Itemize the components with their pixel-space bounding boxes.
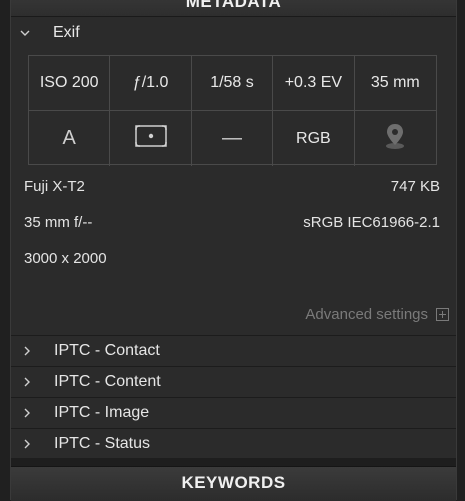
section-label: IPTC - Content (54, 373, 161, 390)
chevron-right-icon (21, 376, 33, 388)
aperture-value: ƒ/1.0 (110, 56, 192, 111)
camera-model: Fuji X-T2 (24, 178, 85, 195)
plus-box-icon (436, 308, 449, 321)
section-label: IPTC - Status (54, 434, 151, 452)
section-label: IPTC - Image (54, 404, 150, 421)
chevron-right-icon (21, 438, 33, 450)
color-space-cell: RGB (273, 111, 355, 166)
metadata-panel: METADATA Exif ISO 200 ƒ/1.0 1/58 s +0.3 … (10, 0, 457, 501)
shutter-value: 1/58 s (191, 56, 274, 111)
lens-info: 35 mm f/-- (24, 214, 93, 231)
exposure-mode-cell: A (29, 111, 111, 166)
chevron-right-icon (21, 407, 33, 419)
metering-cell (110, 111, 192, 166)
iso-value: ISO 200 (29, 56, 111, 111)
camera-row: Fuji X-T2 747 KB (24, 178, 440, 195)
panel-divider (11, 458, 456, 466)
image-dimensions: 3000 x 2000 (24, 250, 107, 267)
exif-section-toggle[interactable]: Exif (11, 18, 456, 48)
color-space-value: RGB (296, 129, 331, 147)
section-iptc-status[interactable]: IPTC - Status (11, 428, 456, 459)
spot-metering-icon (134, 124, 168, 153)
section-iptc-contact[interactable]: IPTC - Contact (11, 335, 456, 366)
lens-row: 35 mm f/-- sRGB IEC61966-2.1 (24, 214, 440, 231)
location-pin-icon[interactable] (384, 122, 406, 155)
metadata-header[interactable]: METADATA (11, 0, 456, 17)
chevron-right-icon (21, 345, 33, 357)
focal-length-value: 35 mm (354, 56, 436, 111)
exif-label: Exif (53, 24, 80, 41)
color-profile: sRGB IEC61966-2.1 (303, 214, 440, 231)
exposure-mode-value: A (62, 127, 76, 149)
section-iptc-image[interactable]: IPTC - Image (11, 397, 456, 428)
advanced-settings-label: Advanced settings (305, 306, 428, 323)
flash-cell: — (192, 111, 274, 166)
section-label: IPTC - Contact (54, 342, 160, 359)
flash-value: — (221, 127, 242, 149)
dimensions-row: 3000 x 2000 (24, 250, 440, 267)
keywords-header[interactable]: KEYWORDS (11, 466, 456, 501)
exposure-bias-value: +0.3 EV (273, 56, 355, 111)
chevron-down-icon (19, 27, 31, 39)
section-iptc-content[interactable]: IPTC - Content (11, 366, 456, 397)
iptc-sections: IPTC - Contact IPTC - Content IPTC - Ima… (11, 335, 456, 459)
exif-summary-grid: ISO 200 ƒ/1.0 1/58 s +0.3 EV 35 mm A — R… (28, 55, 437, 166)
advanced-settings-button[interactable]: Advanced settings (305, 306, 449, 323)
file-size: 747 KB (390, 178, 440, 195)
location-cell[interactable] (355, 111, 436, 166)
